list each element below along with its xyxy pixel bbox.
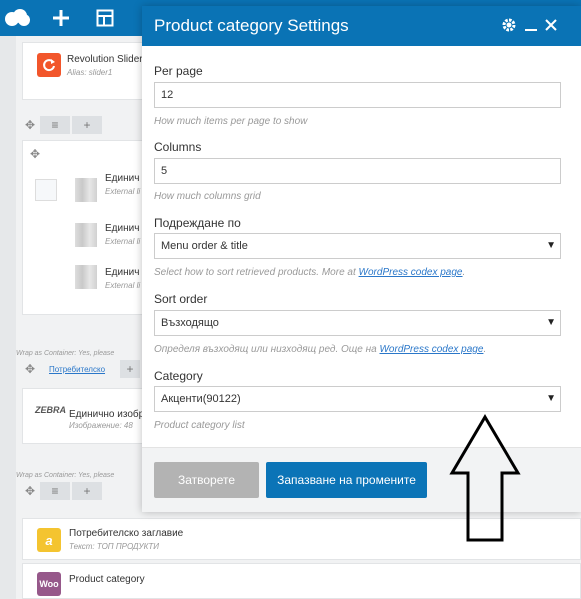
order-by-help-text: Select how to sort retrieved products. M… <box>154 267 359 278</box>
columns-help: How much columns grid <box>154 191 261 202</box>
wrap-container-label: Wrap as Container: Yes, please <box>16 472 115 479</box>
close-button[interactable]: Затворете <box>154 462 259 498</box>
dropdown-arrow-icon: ▼ <box>546 393 556 404</box>
add-column-icon[interactable]: + <box>120 360 140 378</box>
revolution-slider-alias: Alias: slider1 <box>67 68 113 77</box>
page: Revolution Slider Alias: slider1 ✥ ≡ + ✥… <box>0 0 581 599</box>
image-thumbnail <box>75 223 97 247</box>
revolution-slider-element[interactable]: Revolution Slider Alias: slider1 <box>22 42 152 100</box>
sort-order-label: Sort order <box>154 292 208 306</box>
inner-item-sub: External li <box>105 187 141 196</box>
image-thumbnail <box>75 178 97 202</box>
order-by-help-suffix: . <box>462 267 466 278</box>
save-changes-button[interactable]: Запазване на промените <box>266 462 427 498</box>
order-by-help: Select how to sort retrieved products. M… <box>154 267 465 278</box>
sort-order-help-text: Определя възходящ или низходящ ред. Още … <box>154 344 380 355</box>
revolution-slider-icon <box>37 53 61 77</box>
row-layout-icon[interactable]: ≡ <box>40 482 70 500</box>
logo-icon[interactable] <box>2 5 32 31</box>
move-icon[interactable]: ✥ <box>22 482 38 500</box>
columns-input[interactable]: 5 <box>154 158 561 184</box>
close-icon[interactable] <box>542 16 560 34</box>
product-category-element[interactable]: Woo Product category <box>22 563 581 599</box>
row-controls: ✥ ≡ + <box>22 116 102 134</box>
sort-order-value: Възходящо <box>161 317 219 329</box>
per-page-label: Per page <box>154 64 203 78</box>
modal-header: Product category Settings <box>142 6 581 46</box>
row-controls: ✥ <box>22 360 38 378</box>
codex-link[interactable]: WordPress codex page <box>359 267 463 278</box>
order-by-label: Подреждане по <box>154 216 241 230</box>
move-icon[interactable]: ✥ <box>22 116 38 134</box>
modal-title: Product category Settings <box>154 16 349 35</box>
dropdown-arrow-icon: ▼ <box>546 240 556 251</box>
move-icon[interactable]: ✥ <box>22 360 38 378</box>
order-by-select[interactable]: Menu order & title ▼ <box>154 233 561 259</box>
sort-order-help: Определя възходящ или низходящ ред. Още … <box>154 344 486 355</box>
row-layout-icon[interactable]: ≡ <box>40 116 70 134</box>
annotation-arrow-icon <box>449 414 521 542</box>
category-value: Акценти(90122) <box>161 393 241 405</box>
single-image-title: Единично изобр <box>69 409 145 420</box>
category-help: Product category list <box>154 420 245 431</box>
sort-order-help-suffix: . <box>483 344 487 355</box>
gear-icon[interactable] <box>500 16 518 34</box>
columns-label: Columns <box>154 140 202 154</box>
per-page-input[interactable]: 12 <box>154 82 561 108</box>
zebra-logo: ZEBRA <box>35 405 66 415</box>
custom-tab-link[interactable]: Потребителско <box>49 365 105 374</box>
add-column-icon[interactable]: + <box>72 116 102 134</box>
single-image-sub: Изображение: 48 <box>69 421 133 430</box>
image-thumbnail <box>75 265 97 289</box>
add-column-icon[interactable]: + <box>72 482 102 500</box>
inner-item-sub: External li <box>105 281 141 290</box>
row-controls: ✥ ≡ + <box>22 482 102 500</box>
category-label: Category <box>154 369 203 383</box>
sort-order-select[interactable]: Възходящо ▼ <box>154 310 561 336</box>
dropdown-arrow-icon: ▼ <box>546 317 556 328</box>
column-settings-icon[interactable] <box>35 179 57 201</box>
inner-item-title: Единич <box>105 223 140 234</box>
woo-icon: Woo <box>37 572 61 596</box>
single-image-element[interactable]: ZEBRA Единично изобр Изображение: 48 <box>22 388 147 444</box>
per-page-help: How much items per page to show <box>154 116 308 127</box>
move-icon[interactable]: ✥ <box>27 145 43 163</box>
product-category-title: Product category <box>69 574 145 585</box>
category-select[interactable]: Акценти(90122) ▼ <box>154 386 561 412</box>
custom-heading-sub: Текст: ТОП ПРОДУКТИ <box>69 542 159 551</box>
codex-link[interactable]: WordPress codex page <box>379 344 483 355</box>
revolution-slider-title: Revolution Slider <box>67 54 143 65</box>
templates-icon[interactable] <box>92 5 118 31</box>
inner-item-title: Единич <box>105 267 140 278</box>
inner-item-title: Единич <box>105 173 140 184</box>
container-block: ✥ Единич External li Единич External li … <box>22 140 147 315</box>
minimize-icon[interactable] <box>522 16 540 34</box>
left-gutter <box>0 36 16 599</box>
custom-heading-title: Потребителско заглавие <box>69 528 184 539</box>
order-by-value: Menu order & title <box>161 240 248 252</box>
wrap-container-label: Wrap as Container: Yes, please <box>16 350 115 357</box>
add-icon[interactable] <box>48 5 74 31</box>
custom-heading-icon: a <box>37 528 61 552</box>
inner-item-sub: External li <box>105 237 141 246</box>
